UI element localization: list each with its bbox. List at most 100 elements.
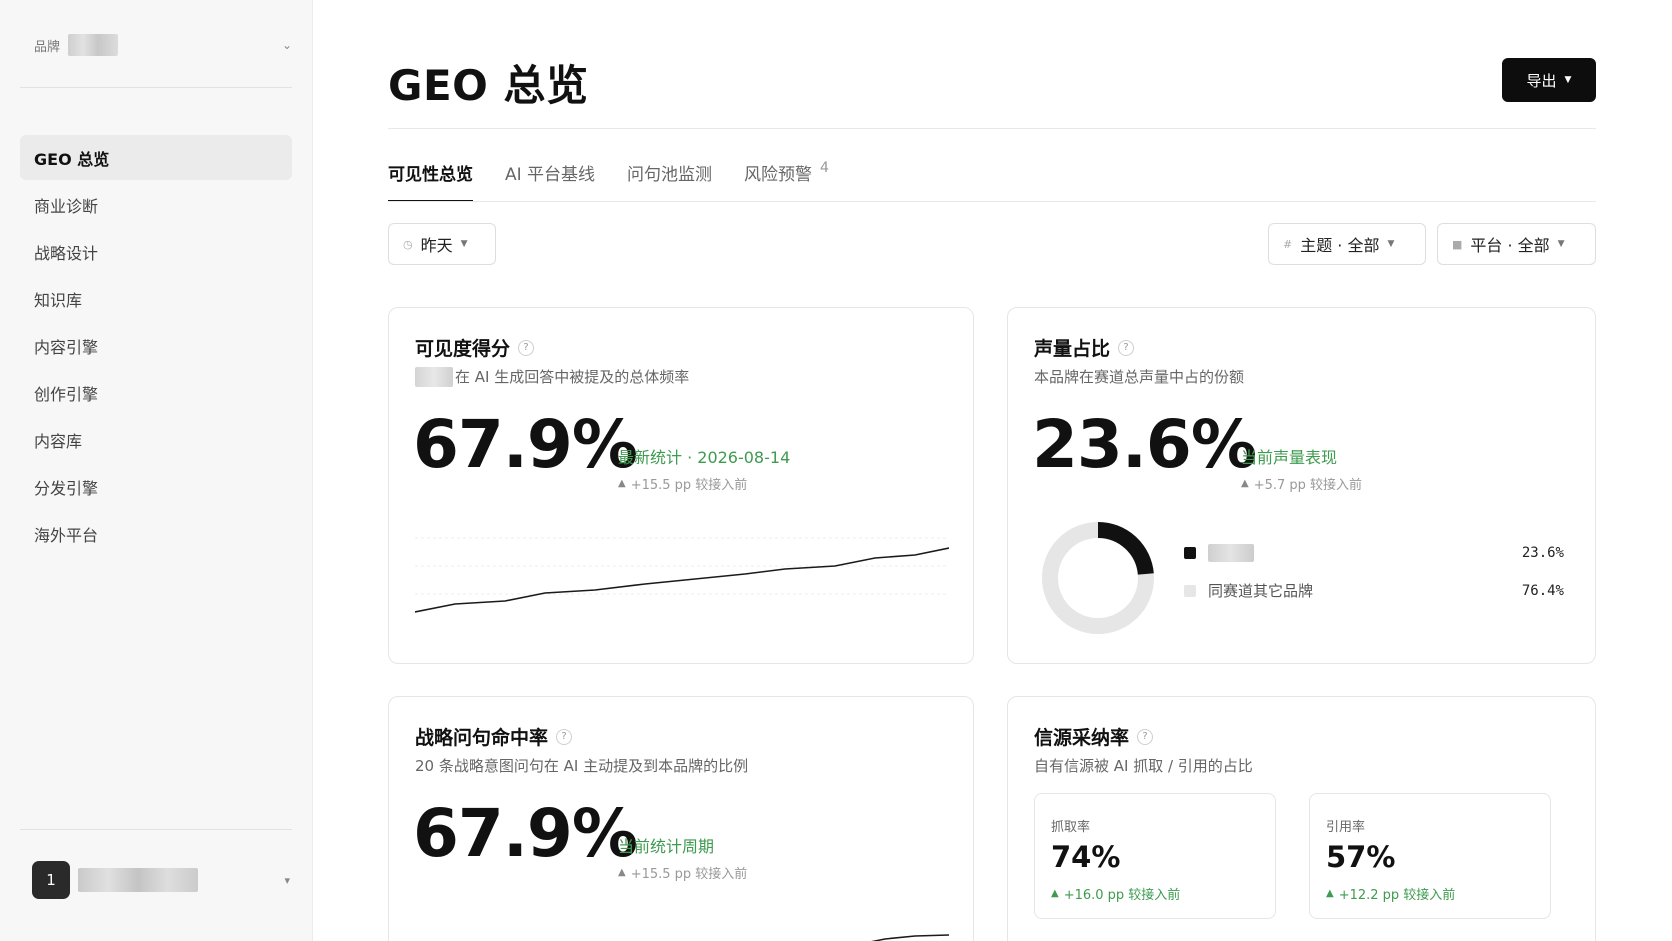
topic-filter-label: 主题 · 全部 [1300,236,1380,255]
sidebar-item-business-diagnosis[interactable]: 商业诊断 [20,182,292,227]
header-divider [388,128,1596,129]
chevron-down-icon: ▾ [284,873,290,887]
strategy-hit-value: 67.9% [413,795,638,872]
sidebar-nav: GEO 总览 商业诊断 战略设计 知识库 内容引擎 创作引擎 内容库 分发引擎 … [20,135,292,558]
legend-label: 同赛道其它品牌 [1208,582,1314,600]
crawl-rate-value: 74% [1051,840,1121,874]
delta-label: ▲ +15.5 pp 较接入前 [618,474,747,493]
visibility-score-card: 可见度得分 ? 在 AI 生成回答中被提及的总体频率 67.9% 最新统计 · … [388,307,974,664]
legend-swatch [1184,584,1196,597]
cite-rate-label: 引用率 [1326,820,1366,835]
status-label: 当前统计周期 [618,837,715,856]
avatar: 1 [32,861,70,899]
delta-text: +12.2 pp 较接入前 [1338,888,1456,903]
card-title-text: 可见度得分 [415,338,511,360]
up-triangle-icon: ▲ [1051,888,1059,899]
status-label: 最新统计 · 2026-08-14 [618,448,791,467]
sidebar-divider [20,87,292,88]
account-switcher[interactable]: 1 ▾ [32,860,290,900]
cite-rate-delta: ▲ +12.2 pp 较接入前 [1326,884,1455,903]
up-triangle-icon: ▲ [618,867,626,878]
card-title: 信源采纳率 ? [1034,723,1154,750]
delta-text: +15.5 pp 较接入前 [630,478,748,493]
tab-label: AI 平台基线 [505,165,596,185]
platform-filter[interactable]: ■ 平台 · 全部 ▼ [1437,223,1596,265]
card-subtitle: 自有信源被 AI 抓取 / 引用的占比 [1034,755,1253,776]
user-name-redacted [78,868,198,892]
sidebar-item-geo-overview[interactable]: GEO 总览 [20,135,292,180]
card-title: 声量占比 ? [1034,334,1135,361]
caret-down-icon: ▼ [1564,75,1572,85]
delta-label: ▲ +5.7 pp 较接入前 [1241,474,1362,493]
brand-name-redacted [415,366,453,387]
date-filter[interactable]: ◷ 昨天 ▼ [388,223,496,265]
legend-value: 76.4% [1521,582,1564,599]
tab-ai-platform-baseline[interactable]: AI 平台基线 [505,150,595,202]
tab-question-pool-monitoring[interactable]: 问句池监测 [627,150,712,202]
sidebar-item-overseas-platforms[interactable]: 海外平台 [20,511,292,556]
voice-share-donut [1042,522,1154,634]
cite-rate-card: 引用率 57% ▲ +12.2 pp 较接入前 [1309,793,1551,919]
platform-filter-label: 平台 · 全部 [1470,236,1550,255]
risk-count-badge: 4 [820,160,829,176]
card-title: 可见度得分 ? [415,334,535,361]
hash-icon: # [1283,237,1293,251]
sidebar-item-knowledge-base[interactable]: 知识库 [20,276,292,321]
caret-down-icon: ▼ [1557,239,1565,249]
tab-bar: 可见性总览 AI 平台基线 问句池监测 风险预警 4 [388,150,829,202]
delta-text: +15.5 pp 较接入前 [630,867,748,882]
sidebar-divider [20,829,292,830]
card-title-text: 信源采纳率 [1034,727,1130,749]
tab-label: 风险预警 [744,165,813,185]
crawl-rate-card: 抓取率 74% ▲ +16.0 pp 较接入前 [1034,793,1276,919]
help-icon[interactable]: ? [556,728,573,745]
sidebar-item-content-library[interactable]: 内容库 [20,417,292,462]
card-title-text: 战略问句命中率 [415,727,549,749]
up-triangle-icon: ▲ [1326,888,1334,899]
legend-value: 23.6% [1521,545,1564,561]
sidebar-item-content-engine[interactable]: 内容引擎 [20,323,292,368]
brand-selector[interactable]: 品牌 ⌄ [34,30,292,60]
tab-visibility-overview[interactable]: 可见性总览 [388,150,473,202]
delta-text: +5.7 pp 较接入前 [1253,478,1363,493]
legend-item-others: 同赛道其它品牌 76.4% [1184,580,1564,601]
strategy-trend-sparkline [870,934,949,941]
sidebar-item-strategy-design[interactable]: 战略设计 [20,229,292,274]
brand-name-redacted [1208,544,1254,562]
card-title: 战略问句命中率 ? [415,723,573,750]
brand-label: 品牌 [34,39,61,55]
page-title: GEO 总览 [388,61,589,110]
status-label: 当前声量表现 [1241,448,1338,467]
export-button[interactable]: 导出 ▼ [1502,58,1596,102]
sidebar-item-creation-engine[interactable]: 创作引擎 [20,370,292,415]
cite-rate-value: 57% [1326,840,1396,874]
sidebar-item-distribution-engine[interactable]: 分发引擎 [20,464,292,509]
card-title-text: 声量占比 [1034,338,1111,360]
tab-risk-alerts[interactable]: 风险预警 4 [744,150,829,202]
card-subtitle-text: 20 条战略意图问句在 AI 主动提及到本品牌的比例 [415,757,749,775]
visibility-score-value: 67.9% [413,406,638,483]
help-icon[interactable]: ? [518,339,535,356]
delta-label: ▲ +15.5 pp 较接入前 [618,863,747,882]
card-subtitle-text: 本品牌在赛道总声量中占的份额 [1034,368,1245,386]
card-subtitle: 20 条战略意图问句在 AI 主动提及到本品牌的比例 [415,755,748,776]
delta-text: +16.0 pp 较接入前 [1063,888,1181,903]
caret-down-icon: ▼ [460,239,468,249]
legend-swatch [1184,547,1196,559]
card-subtitle: 本品牌在赛道总声量中占的份额 [1034,366,1244,387]
topic-filter[interactable]: # 主题 · 全部 ▼ [1268,223,1426,265]
help-icon[interactable]: ? [1137,728,1154,745]
export-button-label: 导出 [1526,71,1557,90]
card-subtitle-text: 自有信源被 AI 抓取 / 引用的占比 [1034,757,1253,775]
card-subtitle: 在 AI 生成回答中被提及的总体频率 [415,366,689,387]
tab-divider [388,201,1596,202]
brand-name-redacted [68,34,119,56]
help-icon[interactable]: ? [1118,339,1135,356]
clock-icon: ◷ [403,237,413,251]
voice-share-value: 23.6% [1032,406,1257,483]
voice-share-card: 声量占比 ? 本品牌在赛道总声量中占的份额 23.6% 当前声量表现 ▲ +5.… [1007,307,1596,664]
crawl-rate-label: 抓取率 [1051,820,1091,835]
tab-label: 问句池监测 [627,165,713,185]
sidebar: 品牌 ⌄ GEO 总览 商业诊断 战略设计 知识库 内容引擎 创作引擎 内容库 … [0,0,313,941]
crawl-rate-delta: ▲ +16.0 pp 较接入前 [1051,884,1180,903]
